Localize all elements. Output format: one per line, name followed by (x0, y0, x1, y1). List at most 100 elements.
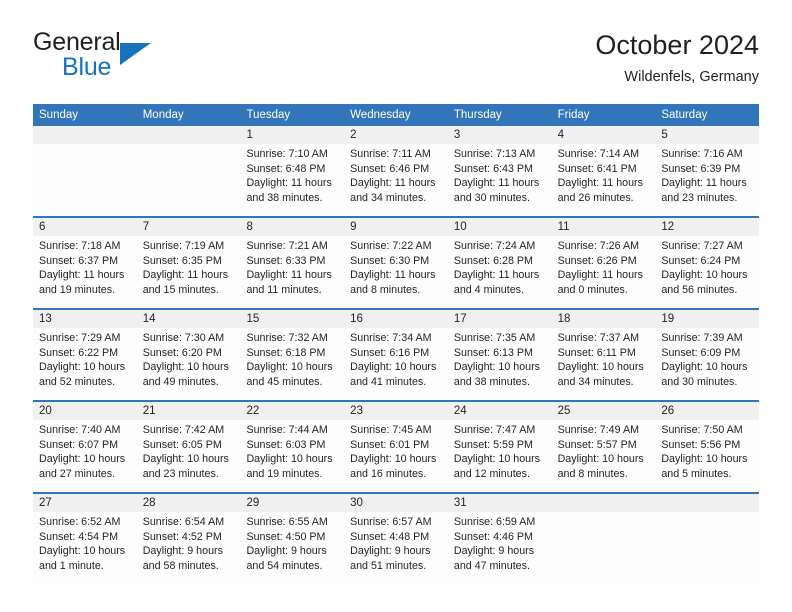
day-cell[interactable]: Sunrise: 7:21 AM Sunset: 6:33 PM Daylight:… (240, 236, 344, 308)
day-number[interactable]: 3 (448, 126, 552, 144)
day-cell[interactable]: Sunrise: 7:27 AM Sunset: 6:24 PM Daylight:… (655, 236, 759, 308)
day-cell[interactable]: Sunrise: 7:40 AM Sunset: 6:07 PM Daylight:… (33, 420, 137, 492)
day-number-strip: 12345 (33, 126, 759, 144)
day-number[interactable]: 8 (240, 218, 344, 236)
day-detail-line: and 38 minutes. (246, 191, 323, 204)
day-detail-line: Sunset: 4:48 PM (350, 530, 430, 543)
day-number[interactable]: 1 (240, 126, 344, 144)
day-number[interactable]: 19 (655, 310, 759, 328)
location-subtitle: Wildenfels, Germany (624, 69, 759, 85)
general-blue-logo[interactable]: General Blue (33, 28, 193, 90)
day-number[interactable]: 18 (552, 310, 656, 328)
day-detail-line: Daylight: 11 hours (350, 177, 436, 189)
day-cell[interactable]: Sunrise: 7:19 AM Sunset: 6:35 PM Daylight:… (137, 236, 241, 308)
day-cell[interactable]: Sunrise: 7:30 AM Sunset: 6:20 PM Daylight:… (137, 328, 241, 400)
day-number[interactable]: 21 (137, 402, 241, 420)
day-detail-line: and 38 minutes. (453, 375, 530, 388)
day-number[interactable]: 22 (240, 402, 344, 420)
day-detail-line: Sunrise: 6:55 AM (246, 516, 328, 528)
day-number-empty (552, 494, 656, 512)
day-detail-line: Sunrise: 6:52 AM (39, 516, 121, 528)
day-detail-line: and 15 minutes. (142, 283, 219, 296)
day-number-empty (655, 494, 759, 512)
day-detail-line: Sunset: 6:41 PM (557, 162, 637, 175)
day-detail-line: Sunrise: 7:19 AM (142, 240, 225, 252)
day-number-strip: 27 28 29 30 31 (33, 494, 759, 512)
day-detail-line: Sunrise: 7:22 AM (350, 240, 432, 252)
day-cell[interactable]: Sunrise: 7:10 AM Sunset: 6:48 PM Daylight:… (240, 144, 344, 216)
day-number[interactable]: 24 (448, 402, 552, 420)
day-number[interactable]: 29 (240, 494, 344, 512)
day-detail-line: Sunset: 6:03 PM (246, 438, 326, 451)
day-detail-line: and 0 minutes. (557, 283, 628, 296)
day-cell[interactable]: Sunrise: 6:57 AM Sunset: 4:48 PM Daylight:… (344, 512, 448, 584)
day-number[interactable]: 10 (448, 218, 552, 236)
day-number[interactable]: 15 (240, 310, 344, 328)
day-number[interactable]: 26 (655, 402, 759, 420)
day-cell[interactable]: Sunrise: 6:55 AM Sunset: 4:50 PM Daylight:… (240, 512, 344, 584)
day-detail-line: Sunrise: 6:54 AM (142, 516, 225, 528)
day-cell[interactable]: Sunrise: 7:45 AM Sunset: 6:01 PM Daylight:… (344, 420, 448, 492)
day-cell[interactable]: Sunrise: 7:50 AM Sunset: 5:56 PM Daylight:… (655, 420, 759, 492)
day-cell[interactable]: Sunrise: 7:16 AM Sunset: 6:39 PM Daylight:… (655, 144, 759, 216)
day-detail-line: Daylight: 11 hours (350, 269, 436, 281)
day-detail-line: and 19 minutes. (39, 283, 116, 296)
day-cell[interactable]: Sunrise: 7:22 AM Sunset: 6:30 PM Daylight:… (344, 236, 448, 308)
day-detail-line: and 58 minutes. (142, 559, 219, 572)
day-number[interactable]: 7 (137, 218, 241, 236)
day-cell[interactable]: Sunrise: 7:14 AM Sunset: 6:41 PM Daylight:… (552, 144, 656, 216)
day-number[interactable]: 30 (344, 494, 448, 512)
day-cell[interactable]: Sunrise: 7:35 AM Sunset: 6:13 PM Daylight:… (448, 328, 552, 400)
day-number[interactable]: 4 (552, 126, 656, 144)
day-cell[interactable]: Sunrise: 7:49 AM Sunset: 5:57 PM Daylight:… (552, 420, 656, 492)
day-detail-line: and 41 minutes. (350, 375, 427, 388)
day-cell[interactable]: Sunrise: 7:29 AM Sunset: 6:22 PM Daylight:… (33, 328, 137, 400)
day-cell[interactable]: Sunrise: 7:37 AM Sunset: 6:11 PM Daylight:… (552, 328, 656, 400)
day-cell[interactable]: Sunrise: 7:18 AM Sunset: 6:37 PM Daylight:… (33, 236, 137, 308)
day-number[interactable]: 16 (344, 310, 448, 328)
day-cell[interactable]: Sunrise: 7:13 AM Sunset: 6:43 PM Daylight:… (448, 144, 552, 216)
day-cell[interactable]: Sunrise: 7:44 AM Sunset: 6:03 PM Daylight:… (240, 420, 344, 492)
day-cell[interactable]: Sunrise: 7:47 AM Sunset: 5:59 PM Daylight:… (448, 420, 552, 492)
day-cell[interactable]: Sunrise: 7:34 AM Sunset: 6:16 PM Daylight:… (344, 328, 448, 400)
day-number[interactable]: 12 (655, 218, 759, 236)
day-number[interactable]: 2 (344, 126, 448, 144)
day-detail-line: and 45 minutes. (246, 375, 323, 388)
day-number[interactable]: 25 (552, 402, 656, 420)
day-detail-line: Daylight: 10 hours (350, 361, 437, 373)
page-title: October 2024 (595, 30, 759, 60)
day-detail-line: Sunrise: 7:44 AM (246, 424, 328, 436)
day-cell[interactable]: Sunrise: 7:32 AM Sunset: 6:18 PM Daylight:… (240, 328, 344, 400)
day-number[interactable]: 28 (137, 494, 241, 512)
day-number[interactable]: 9 (344, 218, 448, 236)
day-number[interactable]: 17 (448, 310, 552, 328)
day-detail-line: Sunset: 5:57 PM (557, 438, 637, 451)
day-detail-line: and 23 minutes. (661, 191, 738, 204)
day-number[interactable]: 6 (33, 218, 137, 236)
day-cell[interactable]: Sunrise: 7:39 AM Sunset: 6:09 PM Daylight:… (655, 328, 759, 400)
day-detail-line: Sunset: 5:59 PM (453, 438, 533, 451)
day-number[interactable]: 23 (344, 402, 448, 420)
day-number[interactable]: 5 (655, 126, 759, 144)
day-detail-line: Sunset: 4:52 PM (142, 530, 222, 543)
day-detail-strip: Sunrise: 7:10 AM Sunset: 6:48 PM Daylight:… (33, 144, 759, 216)
day-detail-line: and 23 minutes. (142, 467, 219, 480)
calendar-page: General Blue October 2024 Wildenfels, Ge… (0, 0, 792, 612)
day-cell[interactable]: Sunrise: 6:59 AM Sunset: 4:46 PM Daylight:… (448, 512, 552, 584)
day-detail-line: Sunset: 6:13 PM (453, 346, 533, 359)
day-cell[interactable]: Sunrise: 6:52 AM Sunset: 4:54 PM Daylight:… (33, 512, 137, 584)
day-number-strip: 6 7 8 9 10 11 12 (33, 218, 759, 236)
day-number[interactable]: 13 (33, 310, 137, 328)
day-detail-line: Daylight: 10 hours (246, 453, 333, 465)
day-detail-line: and 11 minutes. (246, 283, 322, 296)
day-number[interactable]: 27 (33, 494, 137, 512)
day-cell[interactable]: Sunrise: 7:11 AM Sunset: 6:46 PM Daylight:… (344, 144, 448, 216)
day-cell[interactable]: Sunrise: 6:54 AM Sunset: 4:52 PM Daylight:… (137, 512, 241, 584)
day-cell[interactable]: Sunrise: 7:42 AM Sunset: 6:05 PM Daylight:… (137, 420, 241, 492)
day-number[interactable]: 11 (552, 218, 656, 236)
day-cell[interactable]: Sunrise: 7:24 AM Sunset: 6:28 PM Daylight:… (448, 236, 552, 308)
day-number[interactable]: 31 (448, 494, 552, 512)
day-number[interactable]: 20 (33, 402, 137, 420)
day-cell[interactable]: Sunrise: 7:26 AM Sunset: 6:26 PM Daylight:… (552, 236, 656, 308)
day-number[interactable]: 14 (137, 310, 241, 328)
